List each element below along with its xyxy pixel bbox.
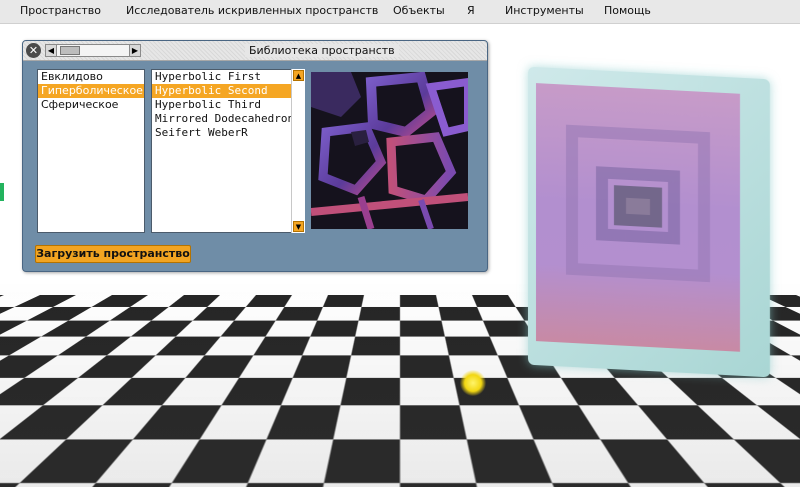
- geometry-item-euclidean[interactable]: Евклидово: [38, 70, 144, 84]
- space-item-hyperbolic-first[interactable]: Hyperbolic First: [152, 70, 304, 84]
- scroll-right-icon[interactable]: ▶: [129, 45, 140, 56]
- space-library-window: ✕ ◀ ▶ Библиотека пространств Евклидово Г…: [22, 40, 488, 272]
- scroll-down-icon[interactable]: ▼: [293, 221, 304, 232]
- space-item-mirrored-dodecahedron[interactable]: Mirrored Dodecahedron: [152, 112, 304, 126]
- scroll-up-icon[interactable]: ▲: [293, 70, 304, 81]
- menu-objects[interactable]: Объекты: [393, 4, 445, 17]
- space-list[interactable]: Hyperbolic First Hyperbolic Second Hyper…: [151, 69, 305, 233]
- menu-bar: Пространство Исследователь искривленных …: [0, 0, 800, 24]
- space-list-scrollbar[interactable]: ▲ ▼: [291, 69, 305, 233]
- geometry-item-hyperbolic[interactable]: Гиперболическое: [38, 84, 144, 98]
- space-item-hyperbolic-third[interactable]: Hyperbolic Third: [152, 98, 304, 112]
- geometry-item-spherical[interactable]: Сферическое: [38, 98, 144, 112]
- space-preview-image: [311, 72, 468, 229]
- portal-cell-inner: [614, 185, 662, 228]
- geometry-list[interactable]: Евклидово Гиперболическое Сферическое: [37, 69, 145, 233]
- scroll-thumb[interactable]: [60, 46, 80, 55]
- menu-help[interactable]: Помощь: [604, 4, 651, 17]
- scroll-left-icon[interactable]: ◀: [46, 45, 57, 56]
- space-portal[interactable]: [528, 66, 770, 378]
- window-titlebar[interactable]: ✕ ◀ ▶ Библиотека пространств: [23, 41, 487, 61]
- window-title: Библиотека пространств: [245, 44, 399, 57]
- window-scrollbar[interactable]: ◀ ▶: [45, 44, 141, 57]
- close-icon[interactable]: ✕: [26, 43, 41, 58]
- menu-tools[interactable]: Инструменты: [505, 4, 584, 17]
- menu-space[interactable]: Пространство: [20, 4, 101, 17]
- portal-view: [536, 83, 740, 352]
- light-spark-icon: [460, 370, 486, 396]
- space-item-seifert-weber[interactable]: Seifert WeberR: [152, 126, 304, 140]
- green-marker: [0, 183, 4, 201]
- load-space-button[interactable]: Загрузить пространство: [35, 245, 191, 263]
- menu-me[interactable]: Я: [467, 4, 475, 17]
- menu-curved-space-explorer[interactable]: Исследователь искривленных пространств: [126, 4, 378, 17]
- space-item-hyperbolic-second[interactable]: Hyperbolic Second: [152, 84, 304, 98]
